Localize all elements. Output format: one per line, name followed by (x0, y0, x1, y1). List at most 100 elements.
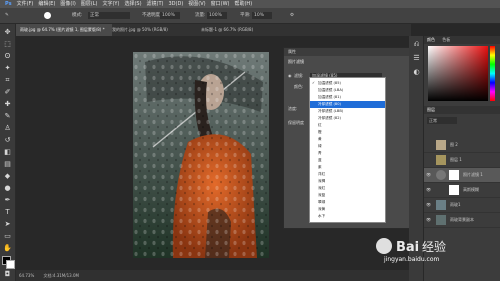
menu-help[interactable]: 帮助(H) (234, 1, 252, 7)
menu-view[interactable]: 视图(V) (188, 1, 205, 7)
filter-option[interactable]: 深黄 (310, 206, 385, 213)
filter-option[interactable]: 冷却滤镜 (LBB) (310, 108, 385, 115)
filter-option[interactable]: 洋红 (310, 171, 385, 178)
menu-select[interactable]: 选择(S) (124, 1, 141, 7)
tab-document-1[interactable]: 雨玻.jpg @ 64.7% (图片滤镜 1, 图层蒙版/8) * (16, 24, 112, 36)
hue-slider[interactable] (490, 46, 495, 101)
brush-preset-icon[interactable] (44, 12, 51, 19)
filter-option[interactable]: 水下 (310, 213, 385, 220)
flow-field[interactable]: 100% (207, 12, 227, 19)
stamp-tool-icon[interactable]: ♙ (3, 124, 12, 133)
filter-option[interactable]: 红 (310, 122, 385, 129)
brush-tool-icon[interactable]: ✎ (5, 8, 9, 23)
svg-text:经验: 经验 (422, 239, 446, 254)
filter-option[interactable]: 深蓝 (310, 192, 385, 199)
filter-option[interactable]: 冷却滤镜 (82) (310, 115, 385, 122)
history-panel-icon[interactable]: ⎌ (412, 40, 421, 49)
color-panel-tabs: 颜色 色板 (424, 36, 500, 44)
layers-title: 图层 (424, 106, 500, 114)
lasso-tool-icon[interactable]: ʘ (3, 52, 12, 61)
color-field[interactable] (428, 46, 488, 101)
filter-label: 滤镜: (294, 73, 304, 78)
layer-row[interactable]: 👁 雨玻1 (424, 198, 500, 213)
filter-option[interactable]: 橙 (310, 129, 385, 136)
layer-mask-thumbnail[interactable] (449, 170, 459, 180)
filter-option[interactable]: 加温滤镜 (85) (310, 80, 385, 87)
menu-edit[interactable]: 编辑(E) (38, 1, 55, 7)
eye-icon[interactable]: 👁 (426, 183, 431, 197)
layer-row[interactable]: 👁 雨玻背景副本 (424, 213, 500, 228)
settings-gear-icon[interactable]: ⚙ (290, 8, 294, 23)
gradient-tool-icon[interactable]: ▤ (3, 160, 12, 169)
filter-option[interactable]: 紫 (310, 164, 385, 171)
quick-mask-icon[interactable]: ◘ (3, 270, 12, 279)
layer-mask-thumbnail[interactable] (449, 185, 459, 195)
blur-tool-icon[interactable]: ◆ (3, 172, 12, 181)
layer-thumbnail (436, 155, 446, 165)
filter-option[interactable]: 绿 (310, 143, 385, 150)
filter-option[interactable]: 深红 (310, 185, 385, 192)
magic-wand-tool-icon[interactable]: ✦ (3, 64, 12, 73)
hand-tool-icon[interactable]: ✋ (3, 244, 12, 253)
filter-option[interactable]: 深褐 (310, 178, 385, 185)
document-size: 文档:4.31M/13.0M (43, 273, 79, 278)
shape-tool-icon[interactable]: ▭ (3, 232, 12, 241)
filter-option[interactable]: 翠绿 (310, 199, 385, 206)
filter-option[interactable]: 加温滤镜 (LBA) (310, 87, 385, 94)
properties-panel-icon[interactable]: ☰ (412, 54, 421, 63)
brush-tool-icon[interactable]: ✎ (3, 112, 12, 121)
filter-option[interactable]: 蓝 (310, 157, 385, 164)
menu-type[interactable]: 文字(Y) (102, 1, 119, 7)
tab-swatches[interactable]: 色板 (442, 37, 450, 42)
filter-dropdown[interactable]: 加温滤镜 (85) ✓ 加温滤镜 (LBA) 加温滤镜 (81) 冷却滤镜 (8… (309, 77, 386, 223)
opacity-field[interactable]: 100% (160, 12, 180, 19)
layer-name: 雨玻背景副本 (450, 217, 474, 222)
marquee-tool-icon[interactable]: ⬚ (3, 40, 12, 49)
adjustments-panel-icon[interactable]: ◐ (412, 68, 421, 77)
layer-row[interactable]: 图层 1 (424, 153, 500, 168)
move-tool-icon[interactable]: ✥ (3, 28, 12, 37)
menu-3d[interactable]: 3D(D) (169, 1, 184, 7)
filter-option[interactable]: 青 (310, 150, 385, 157)
menu-image[interactable]: 图像(I) (60, 1, 75, 7)
eraser-tool-icon[interactable]: ◧ (3, 148, 12, 157)
ps-logo-icon[interactable]: Ps (5, 1, 12, 7)
eyedropper-tool-icon[interactable]: ✐ (3, 88, 12, 97)
crop-tool-icon[interactable]: ⌗ (3, 76, 12, 85)
eye-icon[interactable]: 👁 (426, 213, 431, 227)
history-brush-tool-icon[interactable]: ↺ (3, 136, 12, 145)
adjustment-layer-icon (436, 170, 446, 180)
healing-tool-icon[interactable]: ✚ (3, 100, 12, 109)
properties-title: 属性 (284, 48, 409, 56)
tab-color[interactable]: 颜色 (427, 37, 435, 42)
zoom-level[interactable]: 64.73% (19, 273, 34, 278)
layer-row-selected[interactable]: 👁 照片滤镜 1 (424, 168, 500, 183)
watermark-url: jingyan.baidu.com (384, 256, 440, 263)
eye-icon[interactable]: 👁 (426, 168, 431, 182)
path-select-tool-icon[interactable]: ➤ (3, 220, 12, 229)
blend-mode-select[interactable]: 正常 (427, 117, 457, 124)
tab-document-3[interactable]: 未标题-1 @ 66.7% (RGB/8) (197, 24, 290, 36)
eye-icon[interactable]: 👁 (426, 198, 431, 212)
filter-radio-icon[interactable]: ◉ (288, 73, 292, 78)
filter-option-selected[interactable]: 冷却滤镜 (80) (310, 101, 385, 108)
mode-label: 模式: (72, 13, 83, 18)
filter-option[interactable]: 加温滤镜 (81) (310, 94, 385, 101)
layer-thumbnail (436, 200, 446, 210)
type-tool-icon[interactable]: T (3, 208, 12, 217)
layer-row[interactable]: 👁 高斯模糊 (424, 183, 500, 198)
menu-window[interactable]: 窗口(W) (211, 1, 230, 7)
menu-file[interactable]: 文件(F) (17, 1, 34, 7)
menu-filter[interactable]: 滤镜(T) (147, 1, 164, 7)
filter-option[interactable]: 黄 (310, 136, 385, 143)
dodge-tool-icon[interactable]: ● (3, 184, 12, 193)
pen-tool-icon[interactable]: ✒ (3, 196, 12, 205)
canvas-photo[interactable] (133, 52, 269, 258)
tab-document-2[interactable]: 我的照片.jpg @ 50% (RGB/8) (108, 24, 201, 36)
status-bar: 64.73% 文档:4.31M/13.0M (16, 270, 409, 281)
mode-select[interactable]: 正常 (88, 12, 130, 19)
layer-row[interactable]: 图 2 (424, 138, 500, 153)
background-color-swatch[interactable] (6, 260, 15, 269)
menu-layer[interactable]: 图层(L) (81, 1, 98, 7)
smooth-field[interactable]: 10% (252, 12, 272, 19)
